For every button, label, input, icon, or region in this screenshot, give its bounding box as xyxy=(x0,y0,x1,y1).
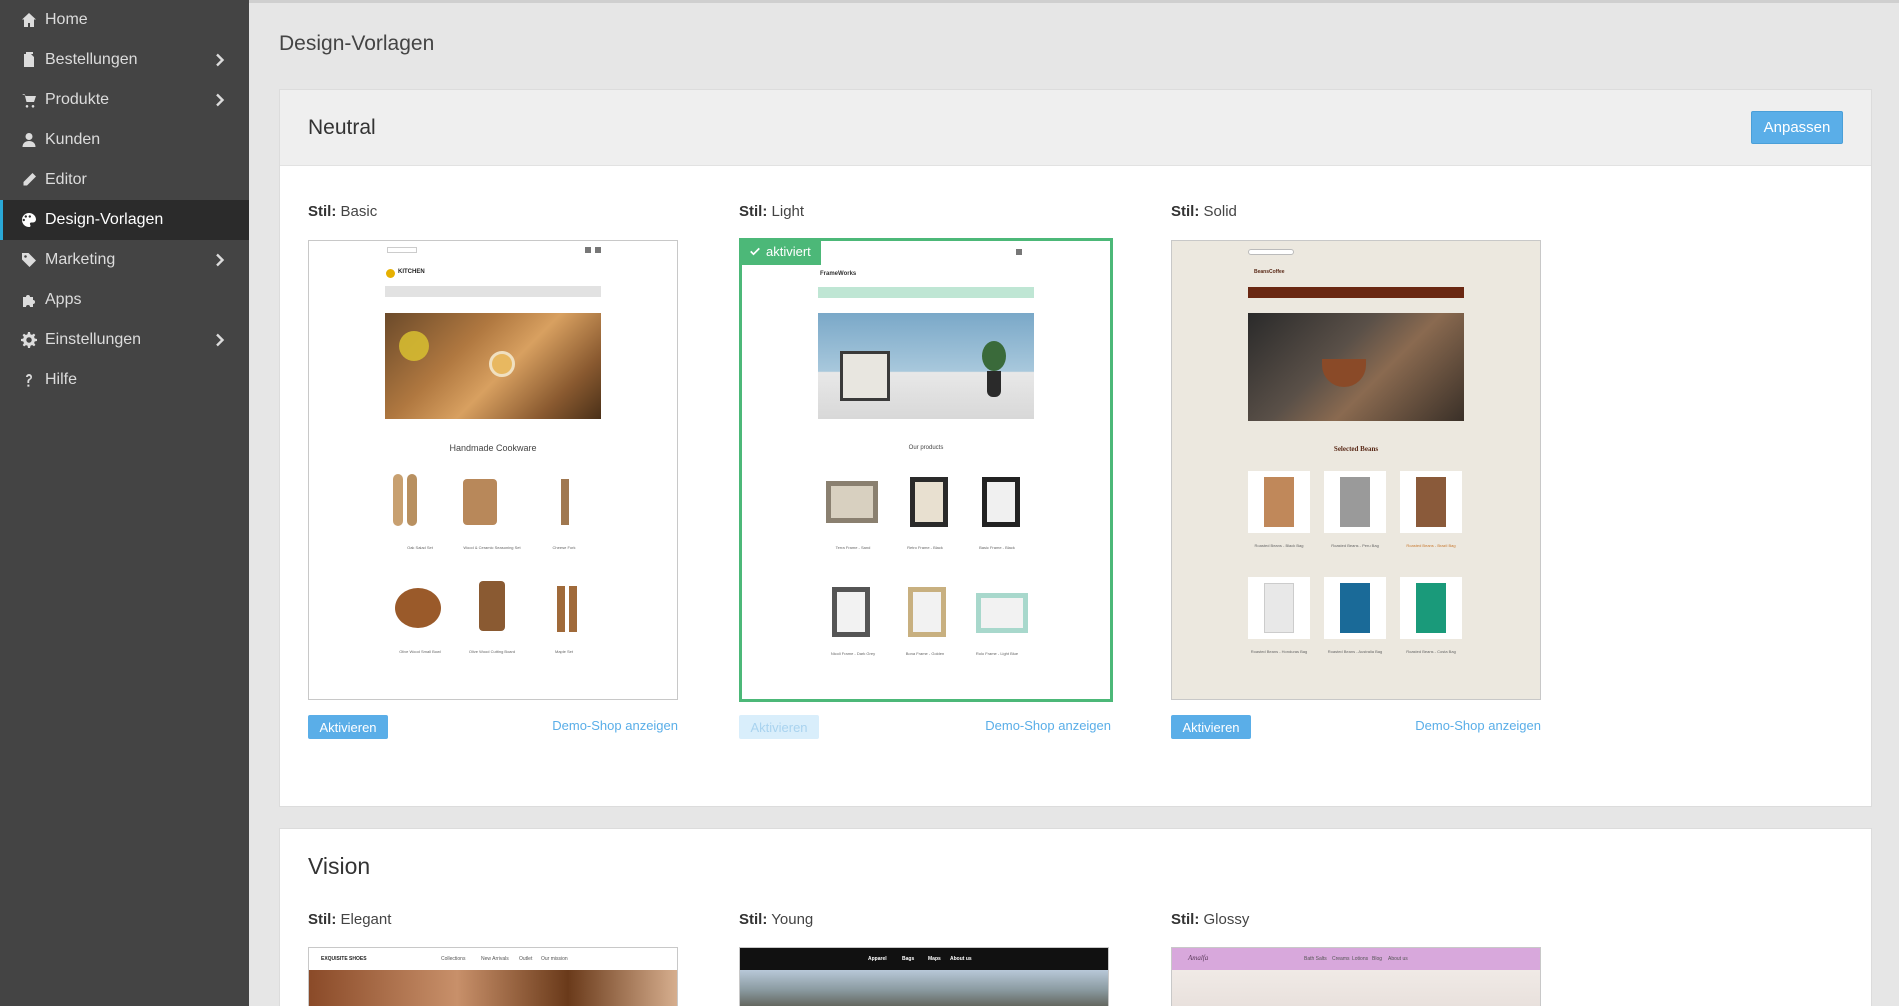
sidebar-item-kunden[interactable]: Kunden xyxy=(0,120,249,160)
clipboard-icon xyxy=(20,51,38,69)
sidebar-item-label: Editor xyxy=(45,171,87,188)
chevron-right-icon xyxy=(213,333,227,347)
tag-icon xyxy=(20,251,38,269)
cart-icon xyxy=(20,91,38,109)
style-label-young: Stil: Young xyxy=(739,911,814,928)
style-label-solid: Stil: Solid xyxy=(1171,203,1237,220)
vision-panel: Vision Stil: Elegant EXQUISITE SHOES Col… xyxy=(279,828,1872,1006)
demo-shop-link-light[interactable]: Demo-Shop anzeigen xyxy=(913,718,1111,733)
theme-preview-elegant[interactable]: EXQUISITE SHOES Collections New Arrivals… xyxy=(308,947,678,1006)
sidebar-item-einstellungen[interactable]: Einstellungen xyxy=(0,320,249,360)
vision-panel-title: Vision xyxy=(308,853,371,879)
sidebar-item-label: Hilfe xyxy=(45,371,78,388)
sidebar-item-label: Kunden xyxy=(45,131,101,148)
neutral-panel-header: Neutral Anpassen xyxy=(280,90,1871,166)
sidebar-item-bestellungen[interactable]: Bestellungen xyxy=(0,40,249,80)
chevron-right-icon xyxy=(213,53,227,67)
chevron-right-icon xyxy=(213,93,227,107)
sidebar: Home Bestellungen Produkte Kunden Editor Desi… xyxy=(0,0,249,1006)
sidebar-item-editor[interactable]: Editor xyxy=(0,160,249,200)
chevron-right-icon xyxy=(213,253,227,267)
check-icon xyxy=(750,247,760,255)
theme-preview-solid[interactable]: BeansCoffee Selected Beans Roasted Beans… xyxy=(1171,240,1541,700)
sidebar-item-label: Apps xyxy=(45,291,82,308)
customize-button[interactable]: Anpassen xyxy=(1751,111,1843,144)
theme-preview-basic[interactable]: KITCHEN Handmade Cookware Oak Salad Set … xyxy=(308,240,678,700)
sidebar-item-produkte[interactable]: Produkte xyxy=(0,80,249,120)
puzzle-icon xyxy=(20,291,38,309)
activated-badge: aktiviert xyxy=(742,241,821,265)
neutral-panel-title: Neutral xyxy=(308,116,376,139)
sidebar-item-label: Marketing xyxy=(45,251,116,268)
palette-icon xyxy=(20,211,38,229)
sidebar-item-label: Einstellungen xyxy=(45,331,142,348)
user-icon xyxy=(20,131,38,149)
sidebar-item-marketing[interactable]: Marketing xyxy=(0,240,249,280)
demo-shop-link-solid[interactable]: Demo-Shop anzeigen xyxy=(1343,718,1541,733)
sidebar-item-label: Produkte xyxy=(45,91,110,108)
sidebar-item-label: Home xyxy=(45,11,88,28)
preview-brand: KITCHEN xyxy=(398,269,425,275)
preview-brand: BeansCoffee xyxy=(1254,269,1285,275)
activate-solid-button[interactable]: Aktivieren xyxy=(1171,715,1251,739)
sidebar-item-hilfe[interactable]: Hilfe xyxy=(0,360,249,400)
style-label-glossy: Stil: Glossy xyxy=(1171,911,1250,928)
sidebar-item-apps[interactable]: Apps xyxy=(0,280,249,320)
pencil-icon xyxy=(20,171,38,189)
preview-brand: FrameWorks xyxy=(820,271,857,277)
sidebar-item-label: Design-Vorlagen xyxy=(45,211,164,228)
preview-heading: Selected Beans xyxy=(1333,445,1379,453)
top-divider xyxy=(249,0,1899,3)
activate-light-button: Aktivieren xyxy=(739,715,819,739)
gear-icon xyxy=(20,331,38,349)
theme-preview-light[interactable]: aktiviert FrameWorks Our products Terra … xyxy=(739,238,1113,702)
style-label-light: Stil: Light xyxy=(739,203,805,220)
preview-heading: Handmade Cookware xyxy=(449,443,537,453)
theme-preview-glossy[interactable]: Amalfa Bath Salts Creams Lotions Blog Ab… xyxy=(1171,947,1541,1006)
page-title: Design-Vorlagen xyxy=(279,32,435,55)
preview-heading: Our products xyxy=(908,445,944,451)
theme-preview-young[interactable]: Apparel Bags Maps About us xyxy=(739,947,1109,1006)
demo-shop-link-basic[interactable]: Demo-Shop anzeigen xyxy=(480,718,678,733)
style-label-elegant: Stil: Elegant xyxy=(308,911,392,928)
sidebar-item-home[interactable]: Home xyxy=(0,0,249,40)
question-icon xyxy=(20,371,38,389)
neutral-panel: Neutral Anpassen Stil: Basic KITCHEN Han… xyxy=(279,89,1872,807)
activate-basic-button[interactable]: Aktivieren xyxy=(308,715,388,739)
home-icon xyxy=(20,11,38,29)
style-label-basic: Stil: Basic xyxy=(308,203,378,220)
sidebar-item-design-vorlagen[interactable]: Design-Vorlagen xyxy=(0,200,249,240)
sidebar-item-label: Bestellungen xyxy=(45,51,138,68)
